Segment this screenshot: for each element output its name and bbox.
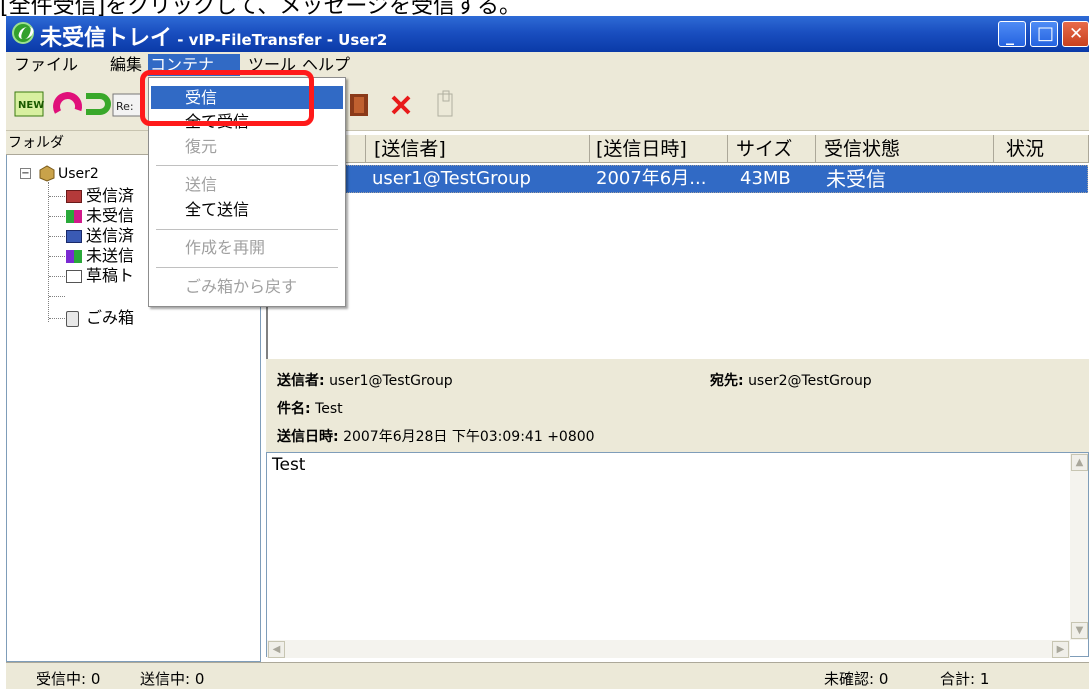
tree-item-trash[interactable]: ごみ箱 (86, 308, 134, 328)
column-header-size[interactable]: サイズ (728, 135, 816, 163)
scroll-up-button[interactable]: ▲ (1071, 454, 1088, 471)
status-sending: 送信中: 0 (140, 670, 205, 688)
message-body[interactable] (266, 452, 1089, 657)
menu-item-restore: 復元 (185, 137, 218, 156)
menu-item-send-all[interactable]: 全て送信 (151, 198, 343, 221)
tree-item-unreceived[interactable]: 未受信 (86, 206, 134, 226)
horizontal-scrollbar[interactable] (267, 640, 1070, 658)
detail-to: 宛先: user2@TestGroup (710, 373, 872, 389)
minimize-button[interactable]: _ (998, 21, 1026, 47)
close-button[interactable]: ✕ (1062, 21, 1089, 47)
properties-button[interactable] (428, 86, 464, 122)
trash-icon (66, 311, 79, 327)
tree-item-draft[interactable]: 草稿ト (86, 266, 134, 286)
scroll-down-button[interactable]: ▼ (1071, 622, 1088, 639)
detail-subject: 件名: Test (277, 401, 343, 417)
menu-separator (156, 267, 338, 268)
menu-separator (156, 229, 338, 230)
tree-item-received[interactable]: 受信済 (86, 186, 134, 206)
unreceived-folder-icon (66, 210, 82, 223)
detail-sender: 送信者: user1@TestGroup (277, 373, 453, 389)
menu-item-send: 送信 (185, 175, 218, 194)
draft-folder-icon (66, 270, 82, 283)
column-header-date[interactable]: [送信日時] (590, 135, 728, 163)
svg-text:NEW: NEW (18, 100, 44, 111)
scroll-right-button[interactable]: ▶ (1052, 641, 1069, 658)
column-header-situation[interactable]: 状況 (994, 135, 1089, 163)
properties-icon (437, 90, 453, 117)
tree-item-sent[interactable]: 送信済 (86, 226, 134, 246)
folder-icon (38, 164, 56, 186)
row-sender: user1@TestGroup (372, 168, 531, 189)
reply-button[interactable]: Re: (110, 86, 144, 122)
message-body-text: Test (272, 455, 306, 475)
door-button[interactable] (346, 86, 374, 122)
detail-date: 送信日時: 2007年6月28日 下午03:09:41 +0800 (277, 429, 595, 445)
inbox-folder-icon (66, 190, 82, 203)
column-header-sender[interactable]: [送信者] (366, 135, 590, 163)
tree-item-unsent[interactable]: 未送信 (86, 246, 134, 266)
tree-root-user2[interactable]: User2 (58, 164, 99, 184)
new-button[interactable]: NEW (12, 86, 48, 122)
door-icon (350, 94, 368, 116)
sent-folder-icon (66, 230, 82, 243)
status-unconfirmed: 未確認: 0 (824, 670, 889, 688)
menu-separator (156, 165, 338, 166)
delete-icon (391, 95, 411, 115)
scroll-left-button[interactable]: ◀ (268, 641, 285, 658)
status-receiving: 受信中: 0 (36, 670, 101, 688)
row-size: 43MB (740, 168, 791, 189)
unsent-folder-icon (66, 250, 82, 263)
svg-text:Re:: Re: (116, 100, 134, 113)
app-icon (12, 22, 34, 44)
new-icon: NEW (14, 91, 44, 117)
vertical-scrollbar[interactable] (1070, 453, 1088, 640)
instruction-strip: [全件受信]をクリックして、メッセージを受信する。 (0, 0, 1089, 16)
reply-icon: Re: (112, 93, 142, 117)
status-total: 合計: 1 (940, 670, 990, 688)
menu-file[interactable]: ファイル (14, 54, 78, 76)
maximize-button[interactable]: □ (1030, 21, 1058, 47)
row-status: 未受信 (826, 167, 886, 191)
highlight-annotation (140, 70, 314, 126)
menu-item-restore-from-trash: ごみ箱から戻す (185, 277, 298, 296)
collapse-toggle[interactable]: − (20, 168, 31, 179)
delete-button[interactable] (384, 86, 418, 122)
column-header-status[interactable]: 受信状態 (816, 135, 994, 163)
row-date: 2007年6月... (596, 168, 707, 189)
menu-edit[interactable]: 編集 (110, 54, 142, 76)
window-title: 未受信トレイ - vIP-FileTransfer - User2 (40, 26, 388, 51)
menu-item-resume-compose: 作成を再開 (185, 238, 266, 257)
